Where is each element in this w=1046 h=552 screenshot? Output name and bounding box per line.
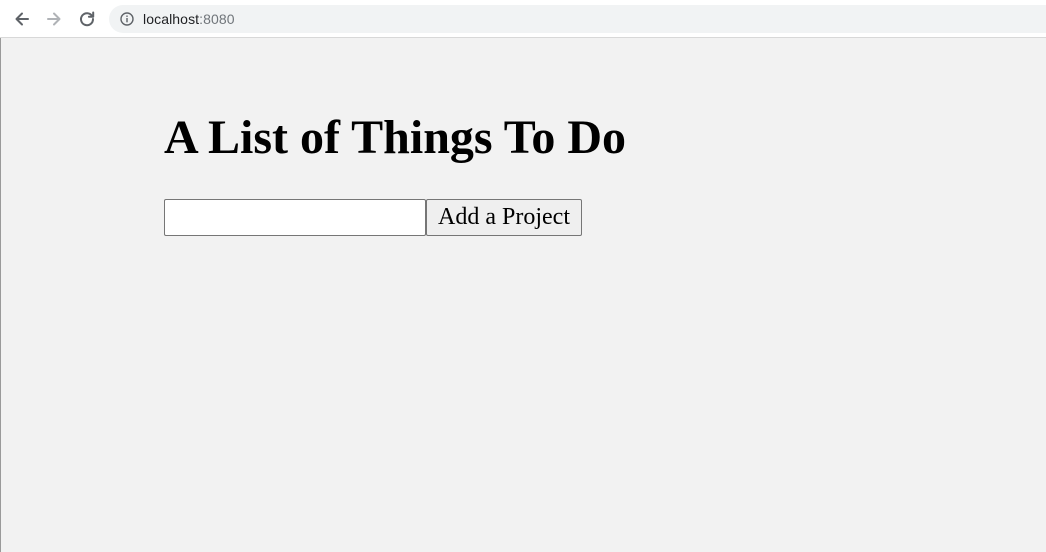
url-port: :8080 (199, 11, 235, 27)
browser-toolbar: localhost:8080 (0, 0, 1046, 38)
page-title: A List of Things To Do (164, 111, 626, 164)
back-button[interactable] (10, 7, 34, 31)
add-project-button[interactable]: Add a Project (426, 199, 582, 236)
url-text: localhost:8080 (143, 11, 235, 27)
arrow-right-icon (47, 12, 61, 26)
page-viewport: A List of Things To Do Add a Project (0, 38, 1046, 552)
url-host: localhost (143, 11, 200, 27)
reload-icon (80, 11, 95, 27)
arrow-left-icon (15, 12, 29, 26)
project-name-input[interactable] (164, 199, 426, 236)
address-bar[interactable]: localhost:8080 (109, 5, 1046, 33)
reload-button[interactable] (75, 7, 99, 31)
forward-button[interactable] (42, 7, 66, 31)
info-icon[interactable] (120, 12, 134, 26)
